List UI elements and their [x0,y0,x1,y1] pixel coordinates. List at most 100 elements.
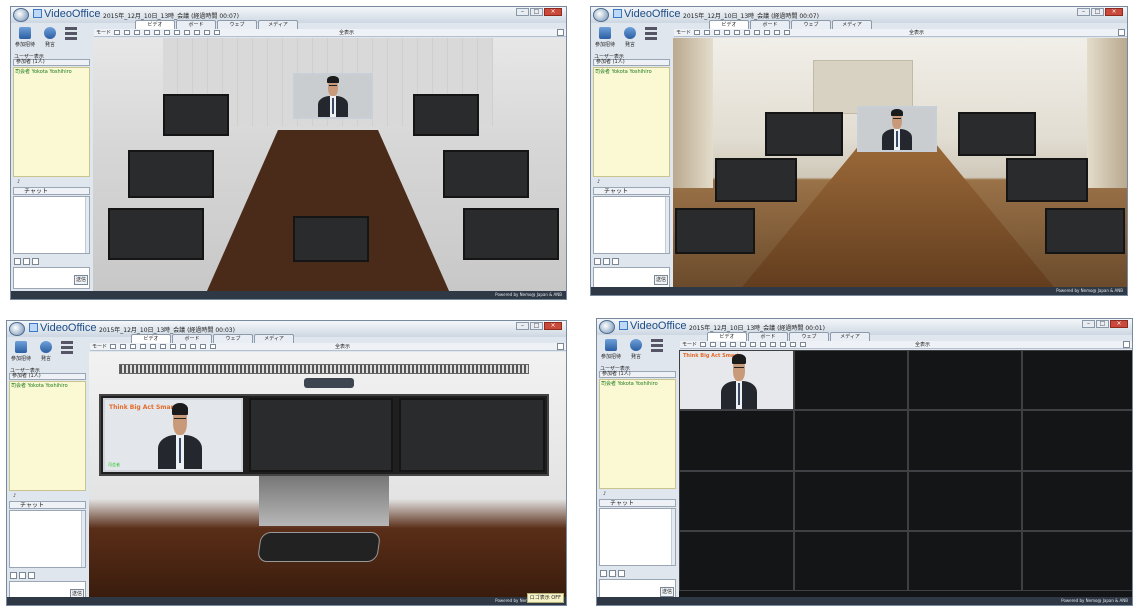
layout-11-icon[interactable] [210,344,216,349]
video-slot-4[interactable] [1006,158,1088,202]
video-slot-6[interactable] [908,410,1022,471]
video-slot-11[interactable] [1022,471,1132,531]
video-slot-3[interactable] [1022,350,1132,410]
video-slot-7[interactable] [293,216,369,262]
invite-button[interactable]: 参加招待 [14,27,36,53]
invite-button[interactable]: 参加招待 [10,341,32,367]
close-button[interactable]: × [544,8,562,16]
minimize-button[interactable]: – [516,8,529,16]
layout-7-icon[interactable] [760,342,766,347]
chat-tool-3-icon[interactable] [612,258,619,265]
layout-5-icon[interactable] [150,344,156,349]
volume-control[interactable] [61,341,73,359]
chat-tool-2-icon[interactable] [23,258,30,265]
layout-10-icon[interactable] [200,344,206,349]
video-slot-1[interactable] [765,112,843,156]
chat-scrollbar[interactable] [671,509,675,565]
layout-10-icon[interactable] [204,30,210,35]
show-all-label[interactable]: 全表示 [335,343,350,350]
chat-tool-1-icon[interactable] [10,572,17,579]
chat-log[interactable] [9,510,86,568]
mic-button[interactable]: 発言 [625,339,647,365]
video-slot-3[interactable] [715,158,797,202]
speaker-icon[interactable]: ♪ [17,179,20,185]
layout-10-icon[interactable] [790,342,796,347]
show-all-label[interactable]: 全表示 [915,341,930,348]
show-all-label[interactable]: 全表示 [909,29,924,36]
layout-10-icon[interactable] [784,30,790,35]
layout-8-icon[interactable] [770,342,776,347]
logo-toggle-badge[interactable]: ロゴ表示 OFF [526,593,564,603]
video-slot-14[interactable] [908,531,1022,591]
layout-1-icon[interactable] [700,342,706,347]
chat-scrollbar[interactable] [85,197,89,253]
minimize-button[interactable]: – [516,322,529,330]
tab-video[interactable]: ビデオ [707,332,747,341]
tab-video[interactable]: ビデオ [131,334,171,343]
layout-9-icon[interactable] [194,30,200,35]
close-button[interactable]: × [544,322,562,330]
video-slot-1[interactable] [163,94,229,136]
video-slot-13[interactable] [794,531,908,591]
chat-tool-3-icon[interactable] [618,570,625,577]
tab-media[interactable]: メディア [830,332,870,341]
maximize-button[interactable]: □ [1091,8,1104,16]
fullscreen-icon[interactable] [1123,341,1130,348]
layout-2-icon[interactable] [710,342,716,347]
layout-8-icon[interactable] [180,344,186,349]
layout-9-icon[interactable] [780,342,786,347]
chat-tool-1-icon[interactable] [14,258,21,265]
participant-row[interactable]: 司会者 Yokota Yoshihiro [595,68,652,75]
layout-4-icon[interactable] [724,30,730,35]
layout-9-icon[interactable] [190,344,196,349]
video-slot-1[interactable] [249,398,393,472]
speaker-icon[interactable]: ♪ [597,179,600,185]
show-all-label[interactable]: 全表示 [339,29,354,36]
layout-7-icon[interactable] [170,344,176,349]
layout-5-icon[interactable] [734,30,740,35]
mic-button[interactable]: 発言 [39,27,61,53]
send-button[interactable]: 送信 [654,275,668,285]
layout-8-icon[interactable] [764,30,770,35]
video-slot-6[interactable] [1045,208,1125,254]
video-slot-7[interactable] [1022,410,1132,471]
mic-button[interactable]: 発言 [35,341,57,367]
chat-tool-3-icon[interactable] [32,258,39,265]
layout-3-icon[interactable] [720,342,726,347]
minimize-button[interactable]: – [1082,320,1095,328]
layout-4-icon[interactable] [730,342,736,347]
video-slot-1[interactable] [794,350,908,410]
layout-6-icon[interactable] [750,342,756,347]
chat-tool-2-icon[interactable] [603,258,610,265]
tab-web[interactable]: ウェブ [791,20,831,29]
chat-tool-2-icon[interactable] [19,572,26,579]
chat-log[interactable] [13,196,90,254]
video-slot-12[interactable] [679,531,794,591]
maximize-button[interactable]: □ [1096,320,1109,328]
send-button[interactable]: 送信 [660,587,674,597]
layout-3-icon[interactable] [134,30,140,35]
fullscreen-icon[interactable] [557,343,564,350]
layout-1-icon[interactable] [694,30,700,35]
video-slot-2[interactable] [413,94,479,136]
layout-2-icon[interactable] [124,30,130,35]
layout-6-icon[interactable] [164,30,170,35]
chat-tool-3-icon[interactable] [28,572,35,579]
tab-media[interactable]: メディア [832,20,872,29]
chat-tool-1-icon[interactable] [594,258,601,265]
chat-tool-1-icon[interactable] [600,570,607,577]
layout-7-icon[interactable] [174,30,180,35]
tab-web[interactable]: ウェブ [217,20,257,29]
tab-video[interactable]: ビデオ [709,20,749,29]
chat-tool-2-icon[interactable] [609,570,616,577]
tab-web[interactable]: ウェブ [213,334,253,343]
tab-video[interactable]: ビデオ [135,20,175,29]
layout-7-icon[interactable] [754,30,760,35]
tab-board[interactable]: ボード [748,332,788,341]
layout-9-icon[interactable] [774,30,780,35]
video-feed-main[interactable] [293,73,373,119]
chat-log[interactable] [599,508,676,566]
video-slot-5[interactable] [108,208,204,260]
maximize-button[interactable]: □ [530,322,543,330]
minimize-button[interactable]: – [1077,8,1090,16]
